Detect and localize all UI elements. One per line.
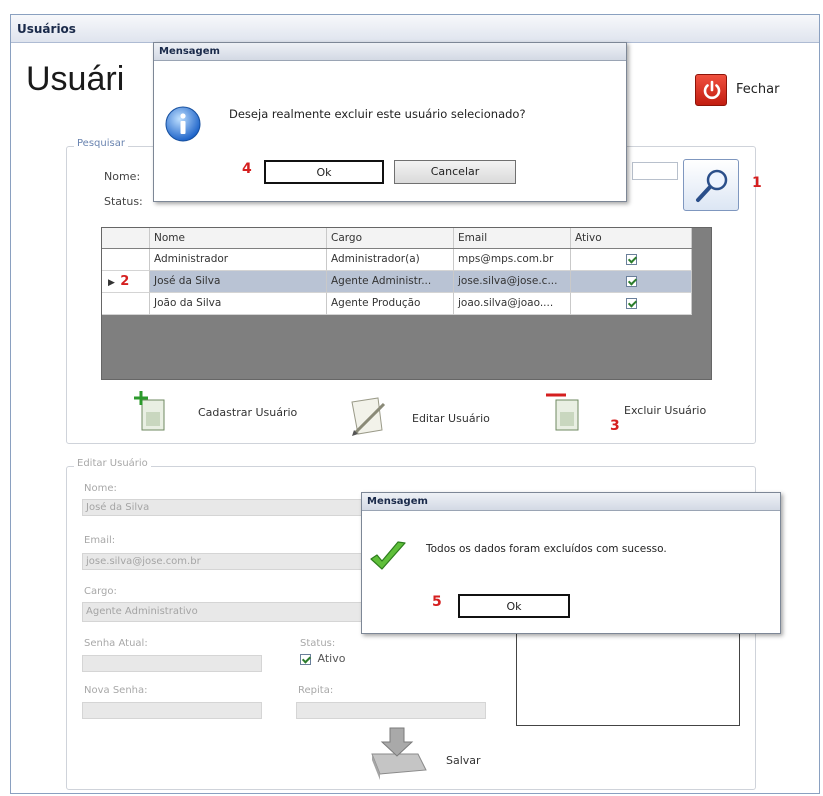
cell-role: Agente Produção (327, 293, 454, 315)
confirm-dialog: Mensagem Deseja realmente excluir este u… (153, 42, 627, 202)
cell-role: Agente Administr... (327, 271, 454, 293)
magnifier-icon (696, 169, 728, 202)
close-label[interactable]: Fechar (736, 82, 779, 97)
close-button[interactable] (695, 74, 727, 106)
notes-box[interactable] (516, 630, 740, 726)
edit-user-button[interactable]: Editar Usuário (344, 394, 504, 442)
add-document-icon (134, 391, 165, 431)
success-dialog-title: Mensagem (362, 493, 780, 511)
cell-active (571, 249, 692, 271)
edit-email-field[interactable]: jose.silva@jose.com.br (82, 553, 362, 570)
search-status-label: Status: (104, 195, 143, 208)
header-selector (102, 228, 150, 248)
confirm-ok-button[interactable]: Ok (264, 160, 384, 184)
save-tray-icon (371, 727, 427, 780)
active-checkbox[interactable] (300, 654, 311, 665)
marker-3: 3 (610, 418, 620, 434)
new-password-field[interactable] (82, 702, 262, 719)
active-checkbox[interactable] (625, 275, 637, 287)
cell-email: joao.silva@joao.... (454, 293, 571, 315)
add-user-label: Cadastrar Usuário (198, 406, 298, 419)
success-dialog: Mensagem Todos os dados foram excluídos … (361, 492, 781, 634)
active-checkbox[interactable] (625, 297, 637, 309)
cell-role: Administrador(a) (327, 249, 454, 271)
grid-header: Nome Cargo Email Ativo (102, 228, 692, 248)
header-role[interactable]: Cargo (327, 228, 454, 248)
edit-name-label: Nome: (84, 483, 117, 494)
repeat-password-label: Repita: (298, 685, 334, 696)
marker-1: 1 (752, 175, 762, 191)
success-ok-button[interactable]: Ok (458, 594, 570, 618)
edit-email-label: Email: (84, 535, 116, 546)
cell-active (571, 293, 692, 315)
table-row[interactable]: ▶ 2 José da Silva Agente Administr... jo… (102, 271, 692, 293)
cell-name: João da Silva (150, 293, 327, 315)
delete-document-icon (546, 393, 579, 431)
cell-email: jose.silva@jose.c... (454, 271, 571, 293)
current-password-label: Senha Atual: (84, 638, 148, 649)
edit-role-label: Cargo: (84, 586, 117, 597)
delete-user-button[interactable]: Excluir Usuário 3 (544, 388, 716, 438)
confirm-dialog-title: Mensagem (154, 43, 626, 61)
edit-status-label: Status: (300, 638, 336, 649)
header-active[interactable]: Ativo (571, 228, 692, 248)
table-row[interactable]: Administrador Administrador(a) mps@mps.c… (102, 249, 692, 271)
cell-name: Administrador (150, 249, 327, 271)
row-selector[interactable]: ▶ 2 (102, 271, 150, 293)
active-label: Ativo (317, 652, 346, 665)
active-checkbox[interactable] (625, 253, 637, 265)
save-label: Salvar (446, 754, 481, 767)
window-title: Usuários (11, 15, 819, 43)
cell-name: José da Silva (150, 271, 327, 293)
search-button[interactable] (683, 159, 739, 211)
new-password-label: Nova Senha: (84, 685, 148, 696)
active-toggle[interactable]: Ativo (300, 652, 345, 668)
marker-2: 2 (120, 274, 130, 289)
edit-legend: Editar Usuário (74, 458, 151, 469)
repeat-password-field[interactable] (296, 702, 486, 719)
save-button[interactable]: Salvar (366, 724, 506, 784)
header-email[interactable]: Email (454, 228, 571, 248)
marker-4: 4 (242, 161, 252, 177)
add-user-button[interactable]: Cadastrar Usuário (132, 390, 312, 438)
confirm-cancel-button[interactable]: Cancelar (394, 160, 516, 184)
current-password-field[interactable] (82, 655, 262, 672)
row-pointer-icon: ▶ (108, 278, 115, 288)
row-selector[interactable] (102, 249, 150, 271)
edit-user-label: Editar Usuário (412, 412, 490, 425)
edit-pencil-icon (351, 397, 386, 436)
search-name-label: Nome: (104, 170, 141, 183)
checkmark-icon (370, 541, 406, 570)
table-row[interactable]: João da Silva Agente Produção joao.silva… (102, 293, 692, 315)
header-name[interactable]: Nome (150, 228, 327, 248)
users-grid: Nome Cargo Email Ativo Administrador Adm… (101, 227, 712, 380)
confirm-message: Deseja realmente excluir este usuário se… (229, 107, 526, 121)
info-icon (165, 106, 201, 142)
edit-name-field[interactable]: José da Silva (82, 499, 362, 516)
marker-5: 5 (432, 594, 442, 610)
power-icon (703, 80, 721, 100)
success-message: Todos os dados foram excluídos com suces… (426, 543, 667, 555)
search-legend: Pesquisar (74, 138, 128, 149)
row-selector[interactable] (102, 293, 150, 315)
search-name-field[interactable] (632, 162, 678, 180)
cell-email: mps@mps.com.br (454, 249, 571, 271)
edit-role-select[interactable]: Agente Administrativo (82, 602, 362, 622)
cell-active (571, 271, 692, 293)
page-title: Usuári (26, 60, 125, 98)
delete-user-label: Excluir Usuário (624, 404, 707, 417)
